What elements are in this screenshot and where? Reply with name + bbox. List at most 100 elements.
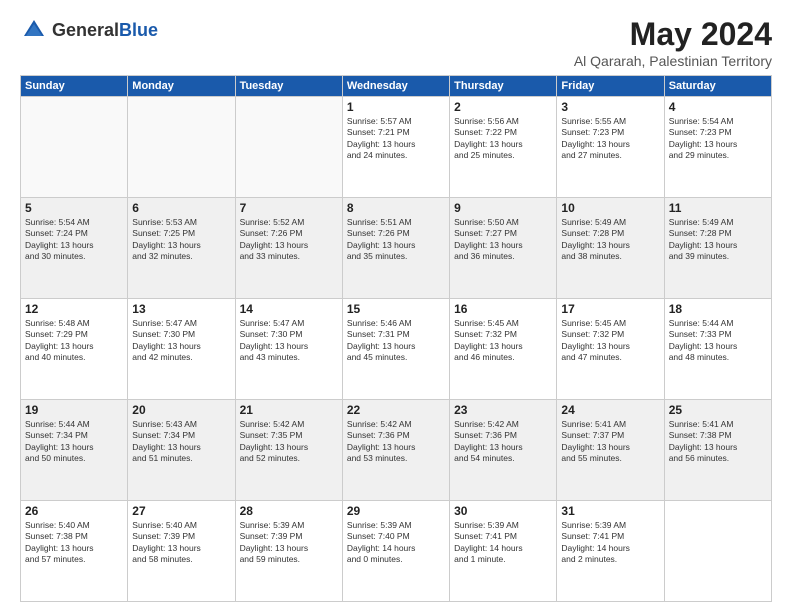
calendar-cell: 9 Sunrise: 5:50 AM Sunset: 7:27 PM Daylig…: [450, 198, 557, 299]
calendar-cell: 11 Sunrise: 5:49 AM Sunset: 7:28 PM Dayli…: [664, 198, 771, 299]
calendar-cell: 20Sunrise: 5:43 AM Sunset: 7:34 PM Dayli…: [128, 400, 235, 501]
day-info: Sunrise: 5:49 AM Sunset: 7:28 PM Dayligh…: [561, 217, 659, 263]
day-number: 21: [240, 403, 338, 417]
day-header-sunday: Sunday: [21, 76, 128, 97]
day-number: 13: [132, 302, 230, 316]
day-info: Sunrise: 5:56 AM Sunset: 7:22 PM Dayligh…: [454, 116, 552, 162]
calendar-cell: 25 Sunrise: 5:41 AM Sunset: 7:38 PM Dayli…: [664, 400, 771, 501]
day-number: 11: [669, 201, 767, 215]
calendar-cell: [128, 97, 235, 198]
week-row-1: 1 Sunrise: 5:57 AM Sunset: 7:21 PM Daylig…: [21, 97, 772, 198]
logo-general: GeneralBlue: [52, 20, 158, 41]
logo-icon: [20, 16, 48, 44]
calendar-cell: 23 Sunrise: 5:42 AM Sunset: 7:36 PM Dayli…: [450, 400, 557, 501]
day-number: 22: [347, 403, 445, 417]
calendar-table: SundayMondayTuesdayWednesdayThursdayFrid…: [20, 75, 772, 602]
calendar-title: May 2024: [574, 16, 772, 53]
week-row-5: 26 Sunrise: 5:40 AM Sunset: 7:38 PM Dayli…: [21, 501, 772, 602]
day-info: Sunrise: 5:51 AM Sunset: 7:26 PM Dayligh…: [347, 217, 445, 263]
day-info: Sunrise: 5:55 AM Sunset: 7:23 PM Dayligh…: [561, 116, 659, 162]
calendar-cell: 22 Sunrise: 5:42 AM Sunset: 7:36 PM Dayli…: [342, 400, 449, 501]
day-number: 25: [669, 403, 767, 417]
calendar-cell: 12Sunrise: 5:48 AM Sunset: 7:29 PM Dayli…: [21, 299, 128, 400]
day-info: Sunrise: 5:39 AM Sunset: 7:40 PM Dayligh…: [347, 520, 445, 566]
calendar-cell: 15 Sunrise: 5:46 AM Sunset: 7:31 PM Dayli…: [342, 299, 449, 400]
logo: GeneralBlue: [20, 16, 158, 44]
calendar-cell: 10 Sunrise: 5:49 AM Sunset: 7:28 PM Dayli…: [557, 198, 664, 299]
day-info: Sunrise: 5:44 AM Sunset: 7:33 PM Dayligh…: [669, 318, 767, 364]
day-header-thursday: Thursday: [450, 76, 557, 97]
day-info: Sunrise: 5:39 AM Sunset: 7:41 PM Dayligh…: [561, 520, 659, 566]
day-info: Sunrise: 5:54 AM Sunset: 7:24 PM Dayligh…: [25, 217, 123, 263]
calendar-cell: 17 Sunrise: 5:45 AM Sunset: 7:32 PM Dayli…: [557, 299, 664, 400]
day-number: 18: [669, 302, 767, 316]
day-info: Sunrise: 5:52 AM Sunset: 7:26 PM Dayligh…: [240, 217, 338, 263]
day-number: 10: [561, 201, 659, 215]
day-number: 30: [454, 504, 552, 518]
title-block: May 2024 Al Qararah, Palestinian Territo…: [574, 16, 772, 69]
day-number: 12: [25, 302, 123, 316]
calendar-cell: 14Sunrise: 5:47 AM Sunset: 7:30 PM Dayli…: [235, 299, 342, 400]
calendar-cell: 7 Sunrise: 5:52 AM Sunset: 7:26 PM Daylig…: [235, 198, 342, 299]
day-number: 26: [25, 504, 123, 518]
day-number: 1: [347, 100, 445, 114]
day-number: 5: [25, 201, 123, 215]
day-info: Sunrise: 5:47 AM Sunset: 7:30 PM Dayligh…: [132, 318, 230, 364]
day-number: 24: [561, 403, 659, 417]
day-number: 16: [454, 302, 552, 316]
day-info: Sunrise: 5:50 AM Sunset: 7:27 PM Dayligh…: [454, 217, 552, 263]
day-number: 7: [240, 201, 338, 215]
calendar-cell: 28 Sunrise: 5:39 AM Sunset: 7:39 PM Dayli…: [235, 501, 342, 602]
week-row-2: 5 Sunrise: 5:54 AM Sunset: 7:24 PM Daylig…: [21, 198, 772, 299]
calendar-cell: [664, 501, 771, 602]
day-number: 14: [240, 302, 338, 316]
day-info: Sunrise: 5:43 AM Sunset: 7:34 PM Dayligh…: [132, 419, 230, 465]
calendar-cell: 21 Sunrise: 5:42 AM Sunset: 7:35 PM Dayli…: [235, 400, 342, 501]
day-header-wednesday: Wednesday: [342, 76, 449, 97]
day-info: Sunrise: 5:42 AM Sunset: 7:35 PM Dayligh…: [240, 419, 338, 465]
calendar-cell: 2Sunrise: 5:56 AM Sunset: 7:22 PM Daylig…: [450, 97, 557, 198]
day-number: 23: [454, 403, 552, 417]
calendar-cell: 4 Sunrise: 5:54 AM Sunset: 7:23 PM Daylig…: [664, 97, 771, 198]
day-number: 15: [347, 302, 445, 316]
day-info: Sunrise: 5:45 AM Sunset: 7:32 PM Dayligh…: [561, 318, 659, 364]
day-info: Sunrise: 5:41 AM Sunset: 7:38 PM Dayligh…: [669, 419, 767, 465]
calendar-cell: 29Sunrise: 5:39 AM Sunset: 7:40 PM Dayli…: [342, 501, 449, 602]
day-info: Sunrise: 5:54 AM Sunset: 7:23 PM Dayligh…: [669, 116, 767, 162]
day-info: Sunrise: 5:40 AM Sunset: 7:38 PM Dayligh…: [25, 520, 123, 566]
day-info: Sunrise: 5:53 AM Sunset: 7:25 PM Dayligh…: [132, 217, 230, 263]
day-number: 27: [132, 504, 230, 518]
day-number: 4: [669, 100, 767, 114]
calendar-cell: 30 Sunrise: 5:39 AM Sunset: 7:41 PM Dayli…: [450, 501, 557, 602]
day-number: 19: [25, 403, 123, 417]
calendar-cell: 16Sunrise: 5:45 AM Sunset: 7:32 PM Dayli…: [450, 299, 557, 400]
calendar-cell: 19 Sunrise: 5:44 AM Sunset: 7:34 PM Dayli…: [21, 400, 128, 501]
day-info: Sunrise: 5:57 AM Sunset: 7:21 PM Dayligh…: [347, 116, 445, 162]
week-row-3: 12Sunrise: 5:48 AM Sunset: 7:29 PM Dayli…: [21, 299, 772, 400]
day-info: Sunrise: 5:42 AM Sunset: 7:36 PM Dayligh…: [347, 419, 445, 465]
day-info: Sunrise: 5:39 AM Sunset: 7:39 PM Dayligh…: [240, 520, 338, 566]
calendar-cell: 13 Sunrise: 5:47 AM Sunset: 7:30 PM Dayli…: [128, 299, 235, 400]
day-number: 31: [561, 504, 659, 518]
calendar-cell: 26 Sunrise: 5:40 AM Sunset: 7:38 PM Dayli…: [21, 501, 128, 602]
day-number: 28: [240, 504, 338, 518]
calendar-cell: [235, 97, 342, 198]
day-number: 9: [454, 201, 552, 215]
day-info: Sunrise: 5:46 AM Sunset: 7:31 PM Dayligh…: [347, 318, 445, 364]
day-number: 3: [561, 100, 659, 114]
day-header-friday: Friday: [557, 76, 664, 97]
day-number: 8: [347, 201, 445, 215]
header-row: SundayMondayTuesdayWednesdayThursdayFrid…: [21, 76, 772, 97]
calendar-cell: [21, 97, 128, 198]
calendar-cell: 31 Sunrise: 5:39 AM Sunset: 7:41 PM Dayli…: [557, 501, 664, 602]
day-header-monday: Monday: [128, 76, 235, 97]
calendar-cell: 6Sunrise: 5:53 AM Sunset: 7:25 PM Daylig…: [128, 198, 235, 299]
day-number: 17: [561, 302, 659, 316]
day-info: Sunrise: 5:40 AM Sunset: 7:39 PM Dayligh…: [132, 520, 230, 566]
calendar-cell: 5 Sunrise: 5:54 AM Sunset: 7:24 PM Daylig…: [21, 198, 128, 299]
day-info: Sunrise: 5:39 AM Sunset: 7:41 PM Dayligh…: [454, 520, 552, 566]
day-info: Sunrise: 5:42 AM Sunset: 7:36 PM Dayligh…: [454, 419, 552, 465]
calendar-cell: 24Sunrise: 5:41 AM Sunset: 7:37 PM Dayli…: [557, 400, 664, 501]
day-info: Sunrise: 5:44 AM Sunset: 7:34 PM Dayligh…: [25, 419, 123, 465]
day-info: Sunrise: 5:49 AM Sunset: 7:28 PM Dayligh…: [669, 217, 767, 263]
